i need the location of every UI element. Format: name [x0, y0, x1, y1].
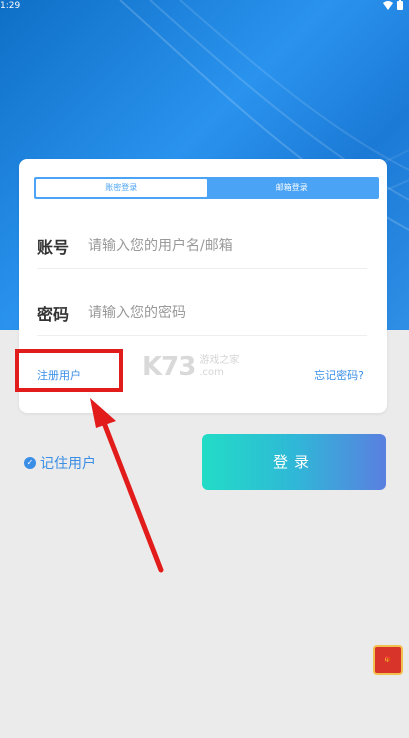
login-method-tabs: 账密登录 邮箱登录: [34, 177, 379, 199]
tab-email-login[interactable]: 邮箱登录: [207, 179, 378, 197]
account-row: 账号: [37, 223, 367, 269]
battery-icon: [397, 0, 403, 10]
watermark-logo: K73: [142, 352, 196, 382]
status-icons: [383, 0, 403, 10]
tab-password-login[interactable]: 账密登录: [36, 179, 207, 197]
remember-label: 记住用户: [40, 456, 96, 472]
status-time: 1:29: [0, 1, 21, 11]
watermark-line2: .com: [199, 367, 224, 378]
password-input[interactable]: [88, 304, 358, 321]
highlight-box: [15, 349, 123, 392]
watermark-text: 游戏之家 .com: [199, 355, 239, 379]
login-button[interactable]: 登录: [202, 434, 386, 490]
watermark: K73 游戏之家 .com: [142, 352, 239, 382]
check-icon: ✓: [24, 457, 36, 469]
status-bar: 1:29: [0, 0, 409, 14]
forgot-password-link[interactable]: 忘记密码?: [314, 367, 364, 383]
watermark-line1: 游戏之家: [199, 355, 240, 366]
password-label: 密码: [37, 304, 70, 324]
remember-user-toggle[interactable]: ✓ 记住用户: [24, 453, 96, 473]
password-row: 密码: [37, 290, 367, 336]
account-label: 账号: [37, 237, 70, 257]
account-input[interactable]: [88, 237, 358, 254]
wifi-icon: [383, 0, 393, 10]
gift-icon[interactable]: 🎁: [373, 645, 403, 675]
